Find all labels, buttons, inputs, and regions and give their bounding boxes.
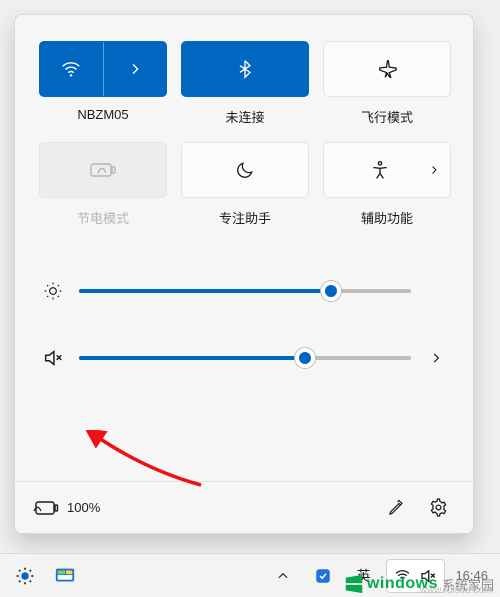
- battery-saver-tile: [39, 142, 167, 198]
- brightness-row: [41, 281, 447, 301]
- bluetooth-icon: [235, 59, 255, 79]
- volume-output-button[interactable]: [425, 351, 447, 365]
- accessibility-icon: [370, 160, 390, 180]
- airplane-label: 飞行模式: [361, 107, 413, 126]
- tray-app-icon[interactable]: [306, 559, 340, 593]
- volume-row: [41, 347, 447, 369]
- battery-status-icon[interactable]: [33, 500, 59, 516]
- wifi-label: NBZM05: [77, 107, 128, 122]
- gear-icon: [14, 565, 36, 587]
- battery-saver-label: 节电模式: [77, 208, 129, 227]
- chevron-right-icon: [127, 61, 143, 77]
- volume-slider[interactable]: [79, 348, 411, 368]
- bluetooth-tile[interactable]: [181, 41, 309, 97]
- chevron-up-icon: [276, 569, 290, 583]
- accessibility-label: 辅助功能: [361, 208, 413, 227]
- quick-settings-tiles: NBZM05 未连接 飞行模式: [15, 15, 473, 237]
- battery-percent: 100%: [67, 500, 100, 515]
- airplane-icon: [376, 58, 398, 80]
- chevron-right-icon: [428, 164, 440, 176]
- brightness-slider[interactable]: [79, 281, 411, 301]
- panel-footer: 100%: [15, 481, 473, 533]
- bluetooth-label: 未连接: [225, 107, 264, 126]
- wifi-toggle[interactable]: [40, 42, 104, 96]
- quick-settings-panel: NBZM05 未连接 飞行模式: [14, 14, 474, 534]
- focus-assist-label: 专注助手: [219, 208, 271, 227]
- wifi-tile[interactable]: [39, 41, 167, 97]
- pencil-icon: [387, 499, 405, 517]
- wifi-icon: [60, 58, 82, 80]
- taskbar-control-panel-app[interactable]: [48, 559, 82, 593]
- clock-text: 16:46: [455, 568, 488, 583]
- taskbar-clock[interactable]: 16:46: [451, 559, 492, 593]
- moon-icon: [235, 160, 255, 180]
- tray-overflow-button[interactable]: [266, 559, 300, 593]
- battery-saver-icon: [90, 161, 116, 179]
- shield-icon: [314, 567, 332, 585]
- wifi-expand[interactable]: [104, 42, 167, 96]
- volume-muted-icon: [419, 567, 437, 585]
- volume-muted-icon[interactable]: [41, 347, 65, 369]
- settings-button[interactable]: [421, 491, 455, 525]
- focus-assist-tile[interactable]: [181, 142, 309, 198]
- wifi-icon: [394, 567, 411, 584]
- ime-mode-label: 英: [356, 566, 370, 586]
- brightness-icon: [41, 281, 65, 301]
- taskbar-settings-app[interactable]: [8, 559, 42, 593]
- airplane-tile[interactable]: [323, 41, 451, 97]
- tray-network-volume-group[interactable]: [386, 559, 445, 593]
- taskbar: 英 16:46: [0, 553, 500, 597]
- sliders-section: [15, 237, 473, 391]
- edit-quick-settings-button[interactable]: [379, 491, 413, 525]
- ime-mode-button[interactable]: 英: [346, 559, 380, 593]
- chevron-right-icon: [429, 351, 443, 365]
- control-panel-icon: [54, 565, 76, 587]
- gear-icon: [429, 498, 448, 517]
- accessibility-tile[interactable]: [323, 142, 451, 198]
